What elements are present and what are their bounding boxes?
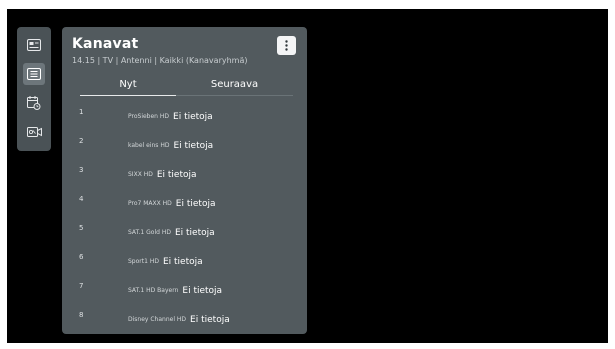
channel-number: 8: [79, 311, 84, 319]
page-title: Kanavat: [72, 36, 139, 52]
channel-row[interactable]: 1 ProSieben HD Ei tietoja: [62, 99, 307, 127]
channel-list-icon: [27, 68, 41, 80]
channel-number: 2: [79, 137, 84, 145]
recordings-button[interactable]: [23, 121, 45, 143]
channel-number: 3: [79, 166, 84, 174]
program-info: Ei tietoja: [156, 169, 197, 180]
program-info: Ei tietoja: [173, 140, 214, 151]
more-options-button[interactable]: [277, 36, 296, 55]
program-info: Ei tietoja: [182, 285, 223, 296]
program-info: Ei tietoja: [162, 256, 203, 267]
more-vertical-icon: [285, 36, 288, 55]
channel-row[interactable]: 8 Disney Channel HD Ei tietoja: [62, 302, 307, 330]
channel-row[interactable]: 5 SAT.1 Gold HD Ei tietoja: [62, 215, 307, 243]
guide-icon: [27, 39, 41, 51]
tab-next[interactable]: Seuraava: [176, 75, 293, 95]
channel-number: 7: [79, 282, 84, 290]
tab-selected-indicator: [80, 95, 176, 96]
program-info: Ei tietoja: [173, 111, 213, 122]
channel-name: Disney Channel HD: [128, 316, 187, 323]
channel-number: 1: [79, 108, 84, 116]
channel-name: ProSieben HD: [128, 113, 170, 120]
channel-name: Pro7 MAXX HD: [128, 200, 172, 207]
side-rail: [17, 27, 51, 151]
channel-name: SAT.1 Gold HD: [128, 229, 171, 236]
program-info: Ei tietoja: [175, 198, 216, 209]
tab-divider: [176, 95, 293, 96]
tv-screen: Kanavat 14.15 | TV | Antenni | Kaikki (K…: [7, 9, 608, 343]
channel-row[interactable]: 6 Sport1 HD Ei tietoja: [62, 244, 307, 272]
guide-button[interactable]: [23, 34, 45, 56]
channel-row[interactable]: 2 kabel eins HD Ei tietoja: [62, 128, 307, 156]
program-info: Ei tietoja: [190, 314, 230, 325]
channel-name: SIXX HD: [128, 171, 153, 178]
channel-name: Sport1 HD: [128, 258, 159, 265]
channel-number: 4: [79, 195, 84, 203]
channel-number: 5: [79, 224, 84, 232]
schedule-icon: [27, 96, 41, 110]
channel-row[interactable]: 4 Pro7 MAXX HD Ei tietoja: [62, 186, 307, 214]
source-info: 14.15 | TV | Antenni | Kaikki (Kanavaryh…: [72, 56, 248, 65]
schedule-button[interactable]: [23, 92, 45, 114]
channel-name: kabel eins HD: [128, 142, 170, 149]
channel-row[interactable]: 3 SIXX HD Ei tietoja: [62, 157, 307, 185]
channel-number: 6: [79, 253, 84, 261]
tab-bar: Nyt Seuraava: [80, 75, 293, 97]
channels-panel: Kanavat 14.15 | TV | Antenni | Kaikki (K…: [62, 27, 307, 334]
program-info: Ei tietoja: [174, 227, 215, 238]
channel-list-button[interactable]: [23, 63, 45, 85]
channel-row[interactable]: 7 SAT.1 HD Bayern Ei tietoja: [62, 273, 307, 301]
channel-name: SAT.1 HD Bayern: [128, 287, 179, 294]
recordings-icon: [26, 126, 42, 138]
tab-now[interactable]: Nyt: [80, 75, 176, 95]
